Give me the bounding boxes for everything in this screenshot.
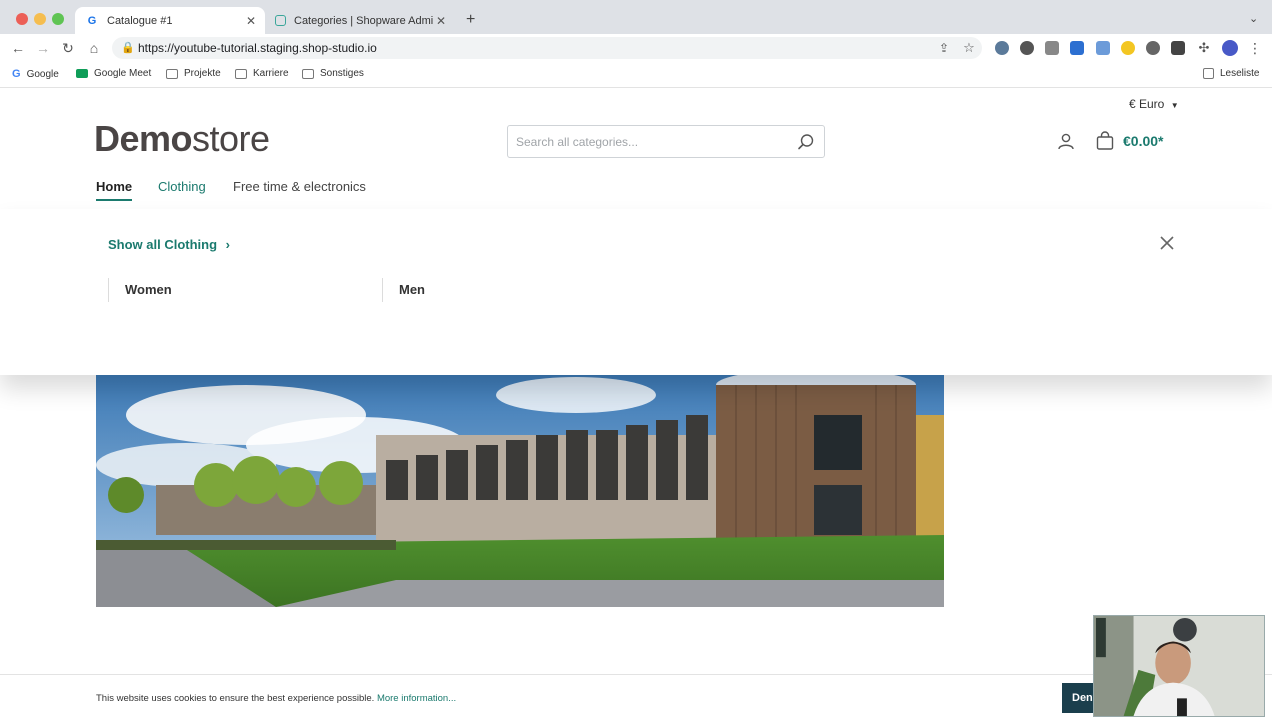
store-page: € Euro ▼ Demostore €0.00* Home Clothing …: [0, 88, 1272, 720]
cookie-text: This website uses cookies to ensure the …: [96, 693, 457, 704]
flyout-category-men[interactable]: Men: [382, 278, 652, 302]
extension-icon[interactable]: [1146, 41, 1160, 55]
tab-catalogue[interactable]: G Catalogue #1 ✕: [75, 7, 265, 34]
address-bar[interactable]: 🔒 https://youtube-tutorial.staging.shop-…: [112, 37, 982, 59]
reload-icon[interactable]: ↻: [58, 38, 78, 58]
tab-categories[interactable]: Categories | Shopware Admini ✕: [265, 7, 455, 34]
home-icon[interactable]: ⌂: [84, 38, 104, 58]
bookmarks-bar: G Google Google Meet Projekte Karriere S…: [0, 62, 1272, 88]
cart-total[interactable]: €0.00*: [1123, 133, 1163, 149]
search-box: [507, 125, 825, 158]
store-logo[interactable]: Demostore: [94, 118, 270, 160]
search-input[interactable]: [508, 126, 778, 157]
nav-home[interactable]: Home: [96, 179, 132, 194]
bookmark-sonstiges[interactable]: Sonstiges: [302, 68, 364, 79]
browser-toolbar: ← → ↻ ⌂ 🔒 https://youtube-tutorial.stagi…: [0, 34, 1272, 62]
nav-free-time-electronics[interactable]: Free time & electronics: [233, 179, 366, 194]
logo-bold: Demo: [94, 118, 193, 159]
account-icon[interactable]: [1057, 132, 1075, 150]
shopware-admin-favicon-icon: [275, 15, 286, 26]
share-icon[interactable]: ⇪: [934, 38, 954, 58]
reading-list-icon: [1203, 68, 1214, 79]
tab-title: Categories | Shopware Admini: [294, 14, 433, 27]
bookmark-karriere[interactable]: Karriere: [235, 68, 289, 79]
new-tab-icon[interactable]: +: [466, 11, 475, 29]
search-icon[interactable]: [797, 133, 815, 151]
extension-icon[interactable]: [1171, 41, 1185, 55]
bookmark-projekte[interactable]: Projekte: [166, 68, 221, 79]
close-tab-icon[interactable]: ✕: [433, 14, 449, 28]
extensions-puzzle-icon[interactable]: ✣: [1194, 38, 1214, 58]
extension-icon[interactable]: [1020, 41, 1034, 55]
chevron-right-icon: ›: [225, 237, 231, 252]
extension-icon[interactable]: [995, 41, 1009, 55]
lock-icon: 🔒: [121, 42, 135, 54]
tab-search-icon[interactable]: ⌄: [1249, 12, 1258, 25]
google-icon: G: [12, 68, 21, 80]
bookmark-google[interactable]: G Google: [12, 68, 59, 80]
close-icon[interactable]: [1158, 234, 1176, 252]
folder-icon: [166, 68, 178, 79]
browser-window: G Catalogue #1 ✕ Categories | Shopware A…: [0, 0, 1272, 88]
url-text: https://youtube-tutorial.staging.shop-st…: [138, 41, 377, 55]
nav-clothing[interactable]: Clothing: [158, 179, 206, 194]
extension-icon[interactable]: [1070, 41, 1084, 55]
hero-banner-image[interactable]: [96, 375, 944, 607]
caret-down-icon: ▼: [1170, 101, 1179, 110]
close-tab-icon[interactable]: ✕: [243, 14, 259, 28]
extension-icon[interactable]: [1096, 41, 1110, 55]
cookie-more-info-link[interactable]: More information...: [377, 693, 456, 704]
browser-menu-icon[interactable]: ⋮: [1245, 38, 1265, 58]
window-minimize-icon[interactable]: [34, 13, 46, 25]
show-all-clothing-link[interactable]: Show all Clothing ›: [108, 237, 230, 252]
extension-icon[interactable]: [1121, 41, 1135, 55]
google-meet-icon: [76, 69, 88, 78]
bookmark-star-icon[interactable]: ☆: [959, 38, 979, 58]
reading-list[interactable]: Leseliste: [1203, 68, 1259, 79]
profile-avatar-icon[interactable]: [1222, 40, 1238, 56]
webcam-overlay-image: [1093, 615, 1265, 717]
tab-title: Catalogue #1: [107, 14, 173, 27]
nav-active-indicator: [96, 199, 132, 201]
cart-icon[interactable]: [1095, 131, 1115, 151]
logo-regular: store: [192, 118, 270, 159]
window-maximize-icon[interactable]: [52, 13, 64, 25]
window-close-icon[interactable]: [16, 13, 28, 25]
back-icon[interactable]: ←: [8, 38, 28, 58]
forward-icon[interactable]: →: [33, 38, 53, 58]
currency-selector[interactable]: € Euro ▼: [1129, 97, 1179, 111]
extension-icon[interactable]: [1045, 41, 1059, 55]
cookie-notice: This website uses cookies to ensure the …: [0, 674, 1272, 720]
folder-icon: [302, 68, 314, 79]
flyout-category-women[interactable]: Women: [108, 278, 378, 302]
folder-icon: [235, 68, 247, 79]
shopware-favicon-icon: G: [87, 14, 97, 27]
bookmark-google-meet[interactable]: Google Meet: [76, 68, 151, 79]
navigation-flyout: Show all Clothing › Women Men: [0, 209, 1272, 375]
